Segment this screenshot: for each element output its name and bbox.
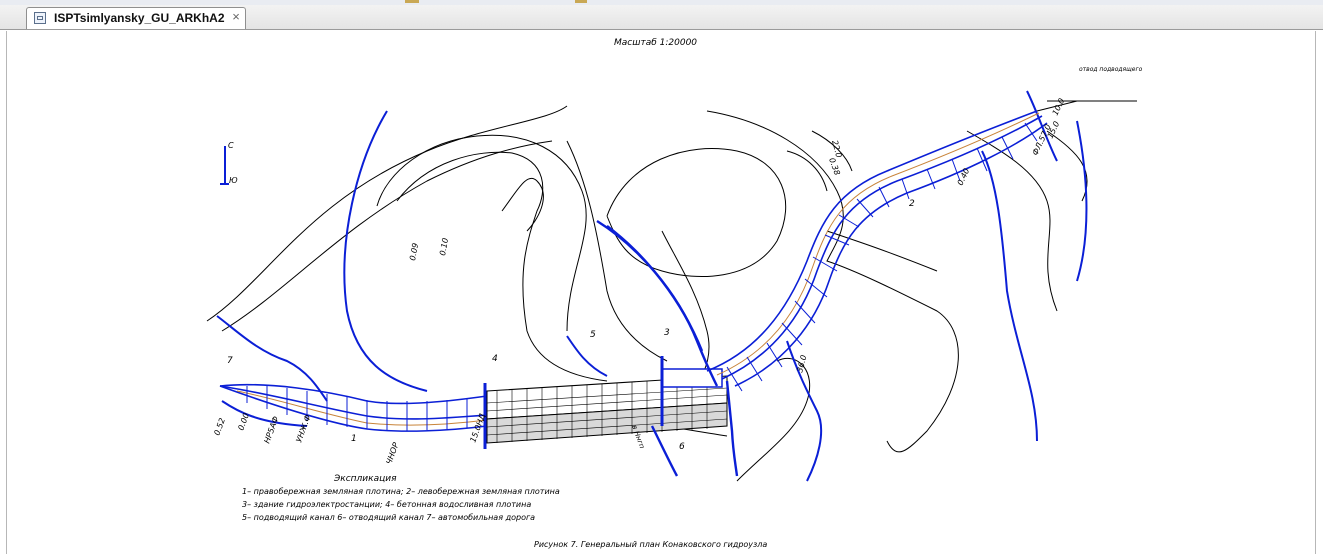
toolbar-fragment bbox=[575, 0, 587, 3]
concrete-spillway-dam[interactable] bbox=[483, 356, 728, 449]
legend-line: 1– правобережная земляная плотина; 2– ле… bbox=[242, 487, 560, 496]
tab-title: ISPTsimlyansky_GU_ARKhA2 bbox=[54, 11, 225, 25]
legend: Экспликация 1– правобережная земляная пл… bbox=[242, 474, 560, 522]
contour-label: 0.00 bbox=[236, 412, 251, 432]
spillway-walls bbox=[596, 219, 739, 477]
north-arrow: С Ю bbox=[220, 141, 238, 185]
contour-label: 10.0 bbox=[1051, 97, 1067, 117]
document-tab[interactable]: ISPTsimlyansky_GU_ARKhA2 × bbox=[26, 7, 246, 29]
compass-south: Ю bbox=[229, 176, 238, 185]
right-bank-dam[interactable] bbox=[219, 383, 488, 432]
marker: 3 bbox=[664, 328, 670, 338]
scale-label: Масштаб 1:20000 bbox=[614, 38, 697, 48]
contour-label: УНЖ.Ф bbox=[294, 413, 312, 443]
outflow-label: отвод подводящего bbox=[1079, 66, 1143, 73]
contour-label: 0.38 bbox=[827, 157, 842, 177]
marker: 4 bbox=[492, 354, 498, 364]
contour-label: ЧНОР bbox=[384, 441, 400, 466]
legend-title: Экспликация bbox=[333, 474, 397, 484]
marker: 6 bbox=[679, 442, 685, 452]
marker: 5 bbox=[590, 330, 596, 340]
toolbar-fragment bbox=[405, 0, 419, 3]
legend-line: 5– подводящий канал 6– отводящий канал 7… bbox=[242, 513, 535, 522]
compass-north: С bbox=[228, 141, 234, 150]
contour-label: 22.0 bbox=[830, 139, 843, 159]
contour-label: 0.09 bbox=[408, 242, 420, 261]
close-icon[interactable]: × bbox=[229, 10, 243, 24]
contour-label: 15.0 bbox=[1046, 120, 1062, 140]
marker: 1 bbox=[351, 434, 357, 444]
drawing-sheet: С Ю Масштаб 1:20000 отвод подводящего 0.… bbox=[6, 31, 1316, 554]
document-tab-bar: ISPTsimlyansky_GU_ARKhA2 × bbox=[0, 5, 1323, 30]
site-plan-drawing: С Ю Масштаб 1:20000 отвод подводящего 0.… bbox=[206, 38, 1143, 549]
contour-label: 0.40 bbox=[956, 167, 972, 187]
left-bank-dam[interactable] bbox=[706, 100, 1078, 392]
marker: 2 bbox=[909, 199, 915, 209]
document-icon bbox=[34, 12, 46, 24]
contour-label: 0.52 bbox=[212, 417, 227, 437]
contour-label: 0.10 bbox=[438, 237, 450, 256]
marker: 7 bbox=[227, 356, 233, 366]
figure-caption: Рисунок 7. Генеральный план Конаковского… bbox=[534, 540, 767, 549]
legend-line: 3– здание гидроэлектростанции; 4– бетонн… bbox=[242, 500, 531, 509]
